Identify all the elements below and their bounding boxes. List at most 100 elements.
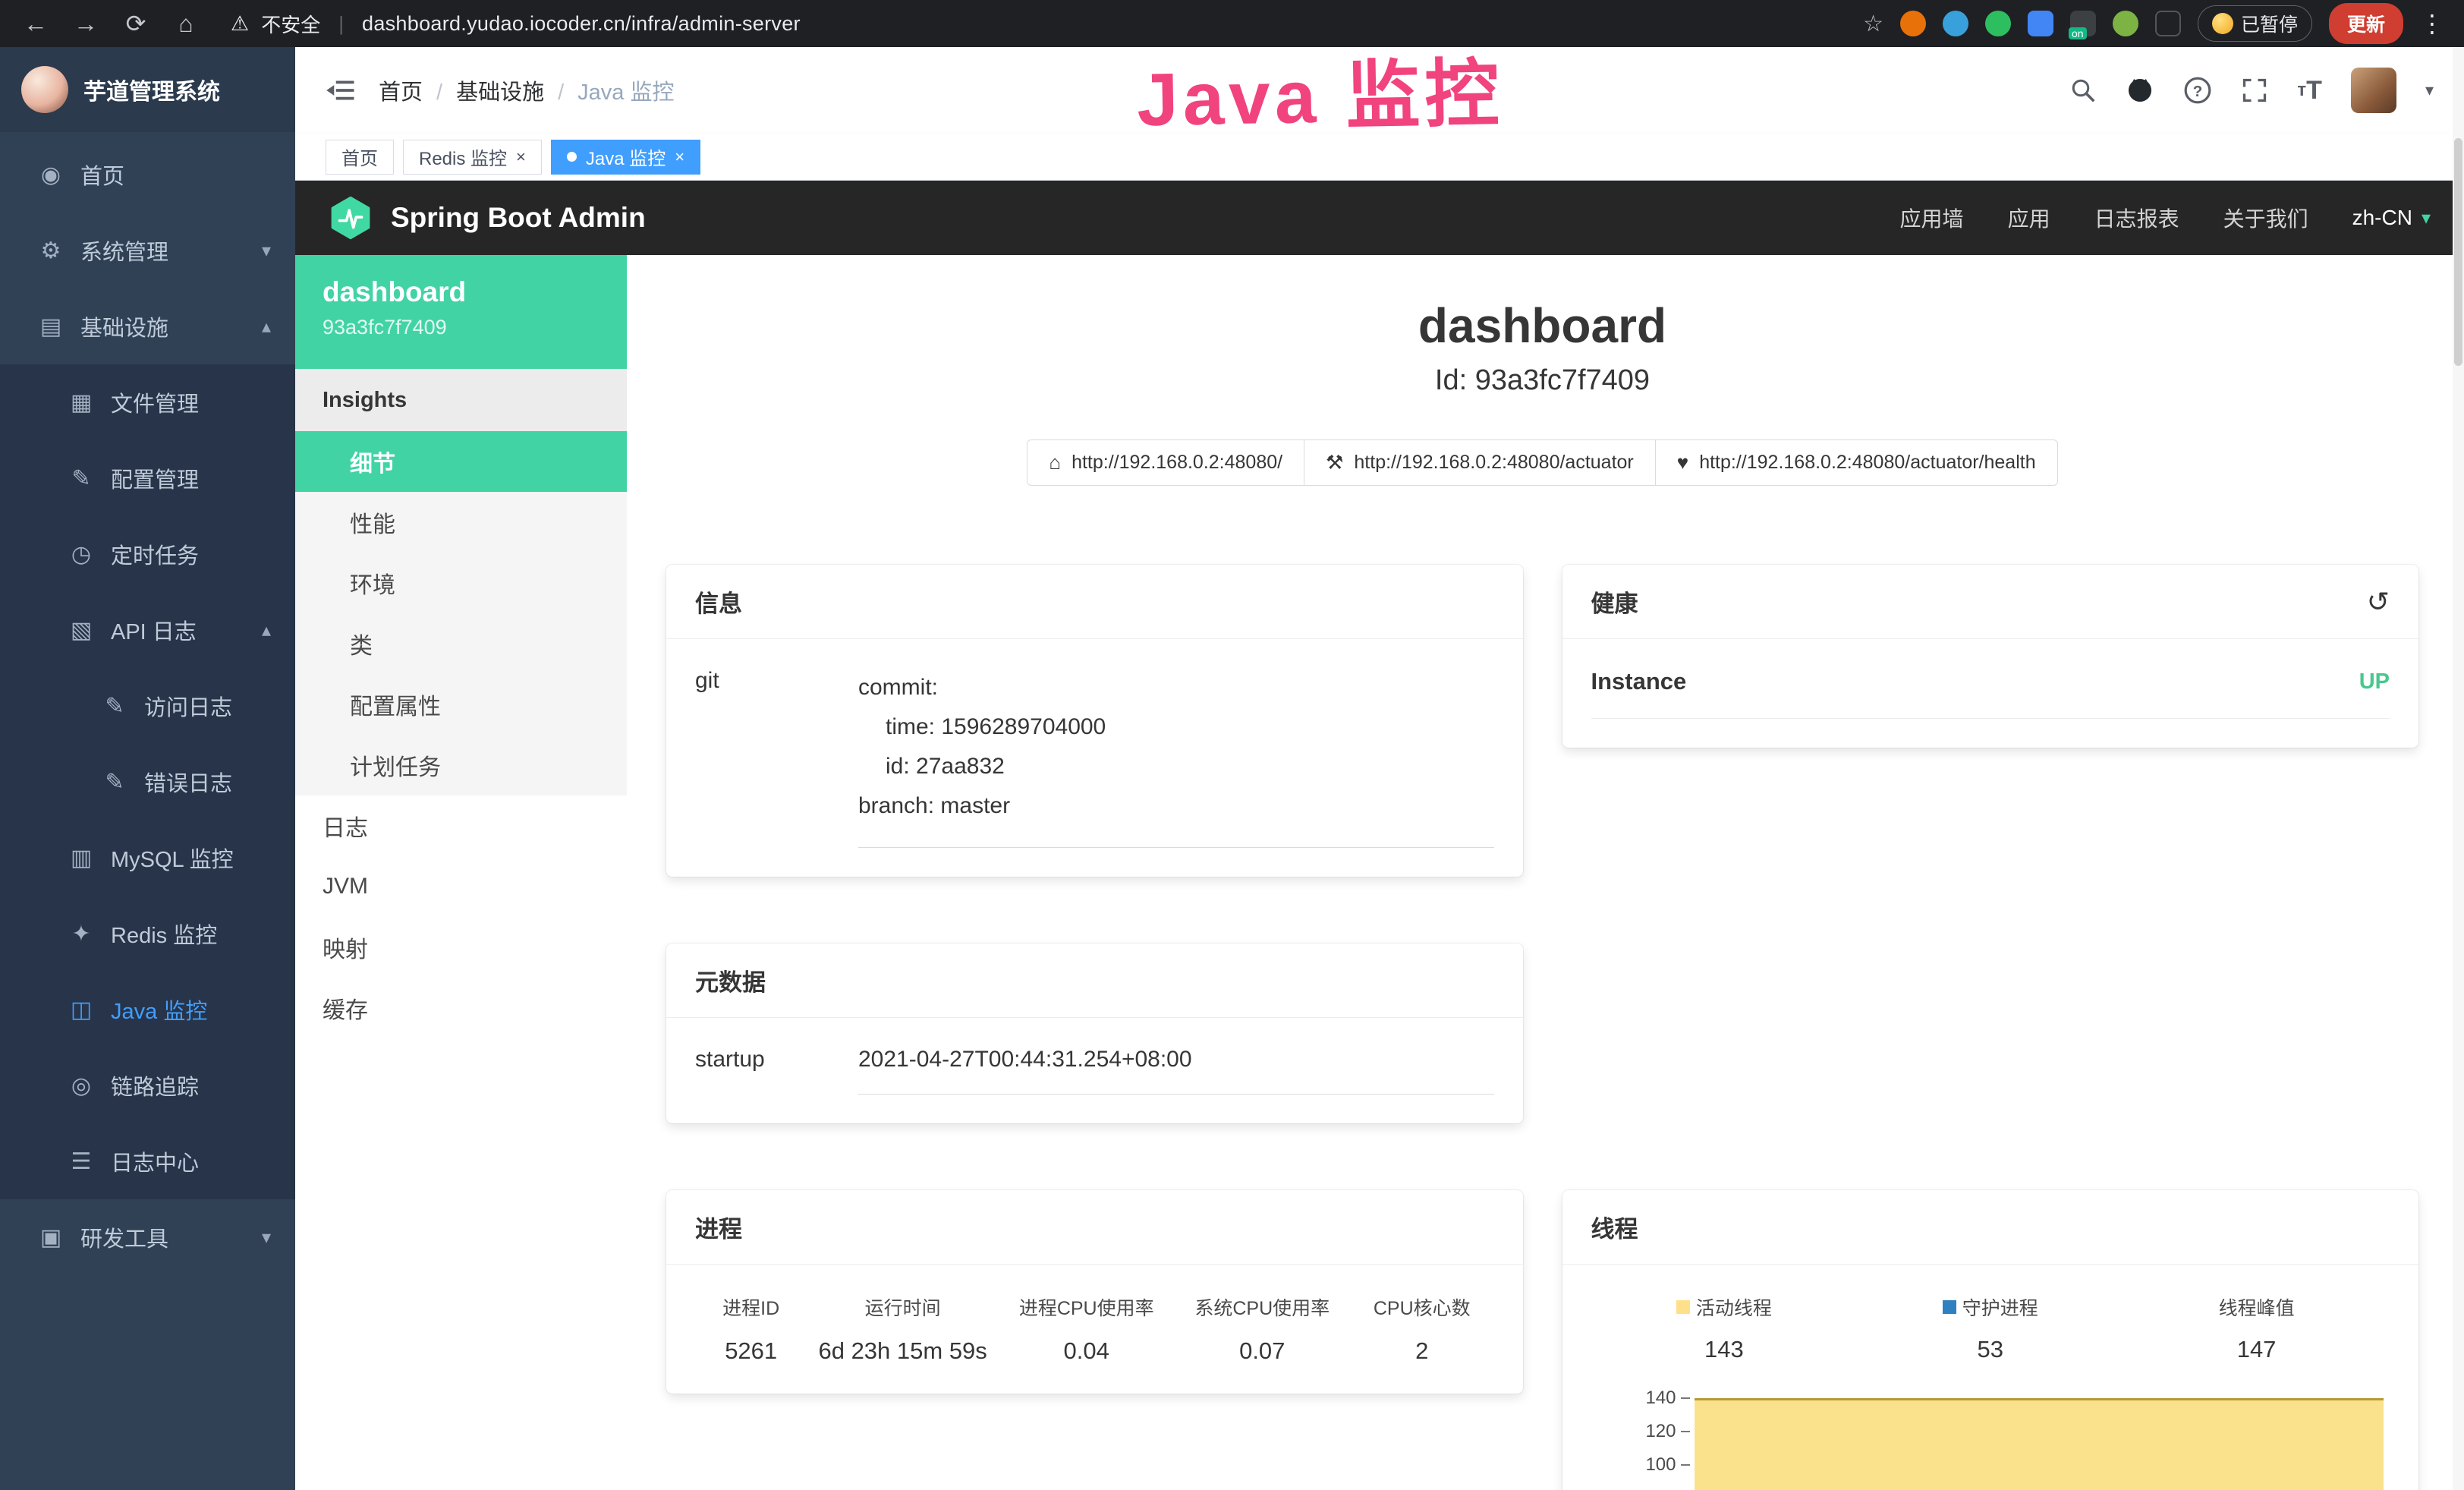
- sidebar-item-log-center[interactable]: ☰ 日志中心: [0, 1123, 295, 1199]
- page-title: dashboard: [666, 298, 2418, 354]
- sidebar-item-access-logs[interactable]: ✎ 访问日志: [0, 668, 295, 744]
- sba-body: dashboard 93a3fc7f7409 Insights 细节 性能 环境…: [295, 255, 2464, 1490]
- extension-icon-5[interactable]: on: [2070, 11, 2096, 36]
- history-icon[interactable]: ↺: [2367, 586, 2390, 618]
- live-threads-area: [1695, 1398, 2384, 1490]
- close-icon[interactable]: ×: [516, 147, 526, 167]
- sidebar-item-system-management[interactable]: ⚙ 系统管理 ▾: [0, 213, 295, 288]
- home-icon[interactable]: ⌂: [170, 10, 202, 38]
- update-button[interactable]: 更新: [2329, 3, 2403, 44]
- tab-java-monitor[interactable]: Java 监控 ×: [551, 140, 700, 175]
- sidebar-item-mysql-monitor[interactable]: ▥ MySQL 监控: [0, 820, 295, 896]
- font-size-icon[interactable]: тT: [2297, 76, 2322, 106]
- breadcrumb-infrastructure[interactable]: 基础设施: [456, 74, 577, 106]
- bookmark-star-icon[interactable]: ☆: [1863, 11, 1883, 37]
- instance-link-health[interactable]: ♥ http://192.168.0.2:48080/actuator/heal…: [1656, 439, 2058, 486]
- sidebar-item-label: 研发工具: [80, 1221, 168, 1253]
- paused-badge[interactable]: 已暂停: [2198, 5, 2312, 42]
- instance-link-actuator[interactable]: ⚒ http://192.168.0.2:48080/actuator: [1304, 439, 1656, 486]
- infrastructure-icon: ▤: [33, 313, 68, 340]
- github-icon[interactable]: [2126, 76, 2154, 105]
- sba-nav-about[interactable]: 关于我们: [2223, 203, 2308, 233]
- page-scrollbar[interactable]: [2453, 47, 2464, 1490]
- user-avatar[interactable]: [2351, 68, 2396, 113]
- sba-menu-mappings[interactable]: 映射: [295, 917, 627, 978]
- sba-menu-environment[interactable]: 环境: [295, 553, 627, 613]
- sidebar-item-dev-tools[interactable]: ▣ 研发工具 ▾: [0, 1199, 295, 1275]
- sba-nav-journal[interactable]: 日志报表: [2094, 203, 2179, 233]
- sidebar-item-error-logs[interactable]: ✎ 错误日志: [0, 744, 295, 820]
- sidebar-fold-icon[interactable]: [326, 77, 356, 104]
- sidebar-item-java-monitor[interactable]: ◫ Java 监控: [0, 972, 295, 1047]
- sba-nav-applications[interactable]: 应用: [2008, 203, 2050, 233]
- tab-home[interactable]: 首页: [326, 140, 394, 175]
- home-icon: ⌂: [1049, 451, 1061, 474]
- legend-blue-swatch: [1943, 1300, 1956, 1314]
- sba-menu-classes[interactable]: 类: [295, 613, 627, 674]
- process-header-process-cpu: 进程CPU使用率: [999, 1293, 1175, 1321]
- breadcrumb-home[interactable]: 首页: [379, 74, 456, 106]
- sba-menu-scheduled-tasks[interactable]: 计划任务: [295, 735, 627, 795]
- sidebar-item-infrastructure[interactable]: ▤ 基础设施 ▴: [0, 288, 295, 364]
- sba-menu-config-props[interactable]: 配置属性: [295, 674, 627, 735]
- y-tick: 140: [1645, 1388, 1689, 1409]
- sba-menu-jvm[interactable]: JVM: [295, 856, 627, 917]
- sidebar-item-label: 日志中心: [111, 1145, 199, 1177]
- sba-menu-caches[interactable]: 缓存: [295, 978, 627, 1038]
- sidebar-item-file-management[interactable]: ▦ 文件管理: [0, 364, 295, 440]
- sba-nav-wallboard[interactable]: 应用墙: [1900, 203, 1964, 233]
- info-card-body: git commit: time: 1596289704000 id: 27aa…: [666, 639, 1523, 877]
- not-secure-label: 不安全: [261, 10, 320, 38]
- app-logo-image: [21, 66, 68, 113]
- metadata-card-title: 元数据: [695, 963, 766, 997]
- extension-icon-7[interactable]: [2155, 11, 2181, 36]
- sba-insights-menu: 细节 性能 环境 类 配置属性 计划任务: [295, 431, 627, 795]
- extension-icon-4[interactable]: [2028, 11, 2053, 36]
- process-card: 进程 进程ID 运行时间 进程CPU使用率 系统CPU使用率 CPU核心数 52…: [666, 1190, 1523, 1394]
- sidebar-item-label: 配置管理: [111, 462, 199, 494]
- search-icon[interactable]: [2069, 77, 2097, 104]
- extension-icon-3[interactable]: [1985, 11, 2011, 36]
- sba-menu-logs[interactable]: 日志: [295, 795, 627, 856]
- help-icon[interactable]: ?: [2183, 76, 2212, 105]
- sidebar-item-scheduled-tasks[interactable]: ◷ 定时任务: [0, 516, 295, 592]
- forward-icon[interactable]: →: [70, 10, 102, 38]
- browser-menu-icon[interactable]: ⋮: [2420, 9, 2444, 38]
- extension-icon-6[interactable]: [2113, 11, 2138, 36]
- chevron-down-icon: ▾: [262, 1227, 271, 1249]
- sidebar-item-home[interactable]: ◉ 首页: [0, 137, 295, 213]
- address-bar[interactable]: ⚠ 不安全 | dashboard.yudao.iocoder.cn/infra…: [231, 10, 1845, 38]
- sba-locale-select[interactable]: zh-CN ▾: [2352, 206, 2431, 230]
- reload-icon[interactable]: ⟳: [120, 9, 152, 38]
- tab-label: Redis 监控: [419, 143, 507, 170]
- extension-icon-2[interactable]: [1943, 11, 1968, 36]
- scrollbar-thumb[interactable]: [2454, 138, 2462, 366]
- info-card-header: 信息: [666, 565, 1523, 639]
- sba-menu-metrics[interactable]: 性能: [295, 492, 627, 553]
- sidebar-item-label: Redis 监控: [111, 918, 217, 950]
- sidebar-item-tracing[interactable]: ◎ 链路追踪: [0, 1047, 295, 1123]
- sba-instance-header[interactable]: dashboard 93a3fc7f7409: [295, 255, 627, 369]
- tab-redis-monitor[interactable]: Redis 监控 ×: [403, 140, 542, 175]
- sidebar-item-redis-monitor[interactable]: ✦ Redis 监控: [0, 896, 295, 972]
- close-icon[interactable]: ×: [675, 147, 684, 167]
- user-caret-icon[interactable]: ▾: [2425, 80, 2434, 100]
- error-log-icon: ✎: [97, 769, 132, 795]
- app-logo-title: 芋道管理系统: [83, 73, 220, 106]
- sba-menu-details[interactable]: 细节: [295, 431, 627, 492]
- app-logo[interactable]: 芋道管理系统: [0, 47, 295, 132]
- metadata-card-header: 元数据: [666, 943, 1523, 1018]
- tab-label: Java 监控: [586, 143, 666, 170]
- sba-brand[interactable]: Spring Boot Admin: [329, 196, 646, 240]
- extension-icon-1[interactable]: [1900, 11, 1926, 36]
- screen: ← → ⟳ ⌂ ⚠ 不安全 | dashboard.yudao.iocoder.…: [0, 0, 2464, 1490]
- info-card: 信息 git commit: time: 1596289704000 id: 2…: [666, 565, 1523, 877]
- address-separator: |: [338, 12, 344, 36]
- back-icon[interactable]: ←: [20, 10, 52, 38]
- heart-icon: ♥: [1677, 451, 1688, 474]
- fullscreen-icon[interactable]: [2241, 77, 2268, 104]
- threads-legend: 活动线程 143 守护进程: [1591, 1293, 2390, 1363]
- sidebar-item-api-logs[interactable]: ▧ API 日志 ▴: [0, 592, 295, 668]
- sidebar-item-config-management[interactable]: ✎ 配置管理: [0, 440, 295, 516]
- instance-link-home[interactable]: ⌂ http://192.168.0.2:48080/: [1027, 439, 1304, 486]
